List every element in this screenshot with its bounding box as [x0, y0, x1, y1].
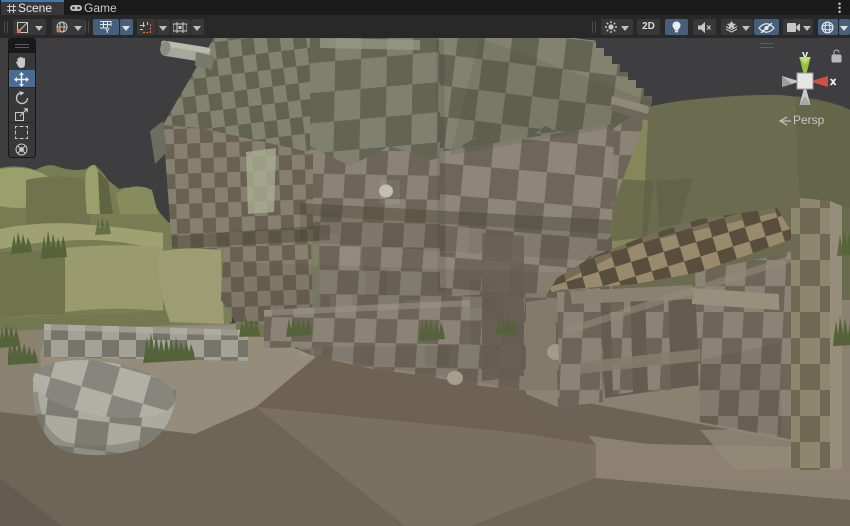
svg-text:x: x — [830, 76, 837, 88]
svg-text:Y: Y — [105, 28, 110, 33]
